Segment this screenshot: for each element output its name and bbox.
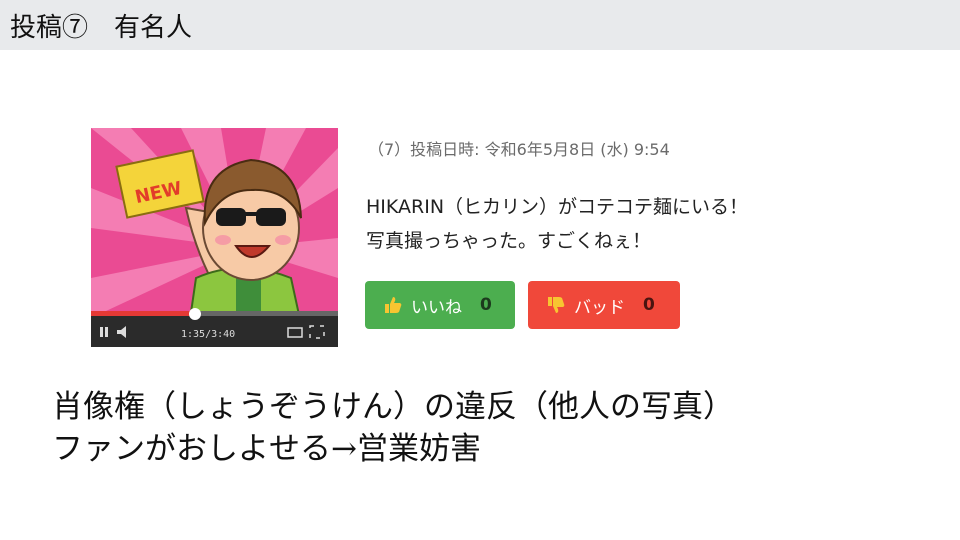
slide-title: 投稿⑦ 有名人 [10,12,193,43]
post-meta: （7）投稿日時: 令和6年5月8日 (水) 9:54 [368,140,670,159]
post-body-line1: HIKARIN（ヒカリン）がコテコテ麺にいる！ [366,196,749,218]
slide-caption: 肖像権（しょうぞうけん）の違反（他人の写真） ファンがおしよせる→営業妨害 [52,386,734,470]
video-thumbnail[interactable]: NEW 1:35/3:40 [91,128,338,347]
like-label: いいね [411,297,462,318]
caption-line2: ファンがおしよせる→営業妨害 [52,431,481,467]
video-progress-handle[interactable] [189,308,201,320]
caption-line1: 肖像権（しょうぞうけん）の違反（他人の写真） [52,389,734,425]
video-time: 1:35/3:40 [181,329,235,340]
post-body: HIKARIN（ヒカリン）がコテコテ麺にいる！ 写真撮っちゃった。すごくねぇ！ [366,190,748,258]
video-progress-fill [91,311,195,316]
bad-label: バッド [574,297,625,318]
video-thumbnail-illustration: NEW 1:35/3:40 [91,128,338,347]
bad-count: 0 [643,295,655,315]
post-body-line2: 写真撮っちゃった。すごくねぇ！ [366,230,652,252]
slide-title-bar: 投稿⑦ 有名人 [0,0,960,50]
bad-button[interactable]: バッド 0 [528,281,680,329]
like-button[interactable]: いいね 0 [365,281,515,329]
like-count: 0 [480,295,492,315]
thumbs-down-icon [546,295,566,315]
thumbs-up-icon [383,295,403,315]
